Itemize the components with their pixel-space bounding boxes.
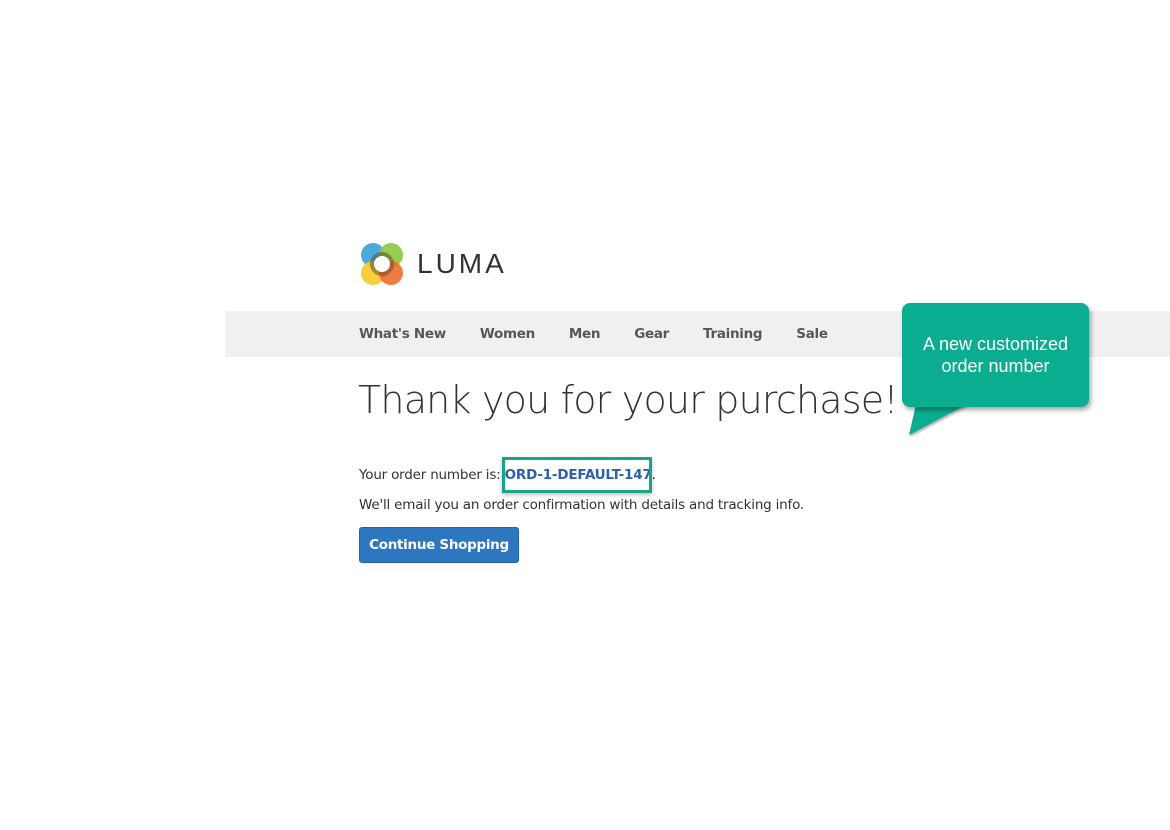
page-title: Thank you for your purchase! bbox=[358, 378, 899, 422]
order-number-highlight-box bbox=[502, 457, 652, 493]
callout-text-line-1: A new customized bbox=[922, 334, 1069, 354]
order-number-period: . bbox=[651, 467, 656, 483]
nav-item-training[interactable]: Training bbox=[703, 326, 763, 342]
nav-list: What's New Women Men Gear Training Sale bbox=[359, 311, 862, 357]
nav-item-whats-new[interactable]: What's New bbox=[359, 326, 446, 342]
email-confirmation-text: We'll email you an order confirmation wi… bbox=[359, 497, 805, 513]
brand-name: LUMA bbox=[417, 248, 507, 279]
nav-item-gear[interactable]: Gear bbox=[634, 326, 669, 342]
order-number-label: Your order number is: bbox=[359, 467, 505, 483]
continue-shopping-button[interactable]: Continue Shopping bbox=[359, 527, 519, 563]
callout-text-line-2: order number bbox=[941, 356, 1050, 376]
nav-item-men[interactable]: Men bbox=[569, 326, 601, 342]
annotation-callout: A new customized order number bbox=[902, 303, 1089, 407]
luma-logo[interactable]: LUMA bbox=[359, 241, 507, 287]
nav-item-women[interactable]: Women bbox=[480, 326, 535, 342]
luma-logo-icon bbox=[361, 243, 403, 285]
nav-item-sale[interactable]: Sale bbox=[796, 326, 828, 342]
